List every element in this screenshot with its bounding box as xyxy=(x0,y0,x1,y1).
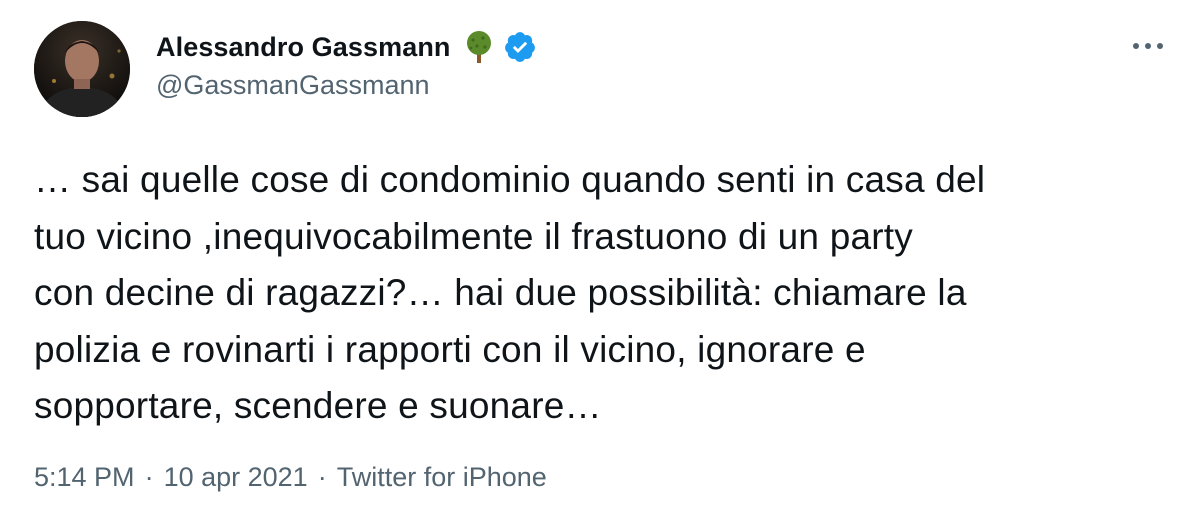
profile-photo xyxy=(34,21,130,117)
more-options-icon[interactable] xyxy=(1130,36,1166,56)
name-row: Alessandro Gassmann xyxy=(156,28,537,66)
tree-icon xyxy=(463,30,495,64)
author-display-name[interactable]: Alessandro Gassmann xyxy=(156,32,451,63)
tweet-source[interactable]: Twitter for iPhone xyxy=(337,462,547,493)
tweet-meta: 5:14 PM · 10 apr 2021 · Twitter for iPho… xyxy=(34,462,547,493)
tweet-date[interactable]: 10 apr 2021 xyxy=(164,462,308,493)
meta-separator: · xyxy=(144,462,154,492)
author-handle[interactable]: @GassmanGassmann xyxy=(156,70,537,101)
verified-badge-icon xyxy=(503,30,537,64)
meta-separator: · xyxy=(317,462,327,492)
tweet-text: … sai quelle cose di condominio quando s… xyxy=(34,159,986,426)
author-avatar[interactable] xyxy=(34,21,130,117)
tweet-time[interactable]: 5:14 PM xyxy=(34,462,135,493)
tweet-card: Alessandro Gassmann @GassmanGassmann … s… xyxy=(0,0,1200,529)
author-info: Alessandro Gassmann @GassmanGassmann xyxy=(156,28,537,101)
